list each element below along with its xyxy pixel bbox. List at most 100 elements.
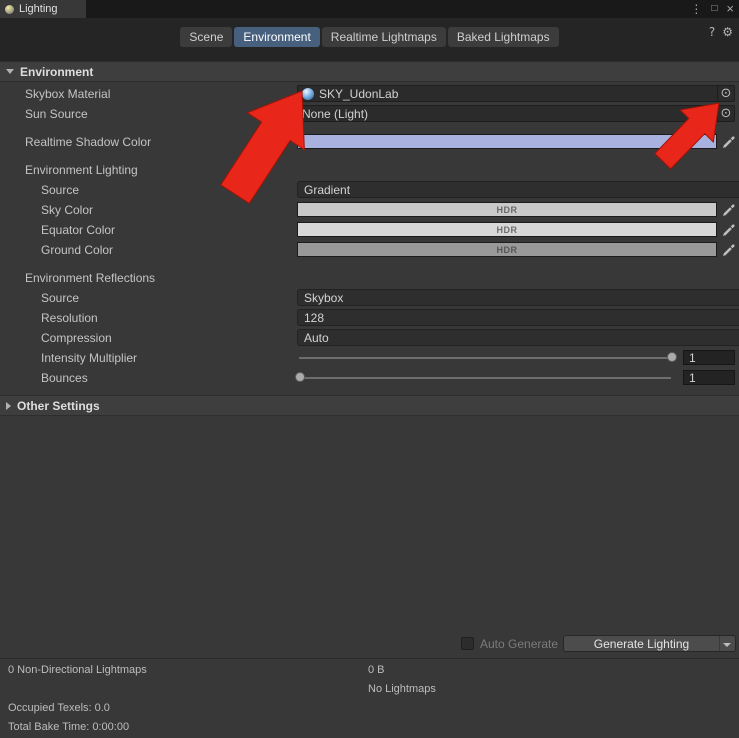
bounces-value-field[interactable]: 1 [683,370,735,385]
lighting-window-icon [5,4,14,14]
foldout-collapsed-icon [6,401,11,410]
resolution-dropdown[interactable]: 128 [297,309,739,326]
equator-color-swatch[interactable]: HDR [297,222,717,237]
eyedropper-icon[interactable] [722,134,735,149]
equator-color-row: Equator Color HDR [0,220,739,240]
sky-color-label: Sky Color [41,203,94,217]
compression-value: Auto [304,330,329,345]
resolution-row: Resolution 128 [0,308,739,328]
reflections-source-row: Source Skybox [0,288,739,308]
generate-lighting-label: Generate Lighting [593,636,690,651]
lighting-toolbar: Scene Environment Realtime Lightmaps Bak… [0,18,739,61]
resolution-label: Resolution [41,311,98,325]
reflections-source-label: Source [41,291,80,305]
resolution-value: 128 [304,310,325,325]
sun-source-row: Sun Source None (Light) ⊙ [0,104,739,124]
foldout-expanded-icon [6,69,14,74]
window-title: Lighting [19,3,58,15]
slider-track[interactable] [299,377,671,379]
generate-lighting-button[interactable]: Generate Lighting [563,635,736,652]
object-picker-icon: ⊙ [720,106,732,121]
intensity-multiplier-value-field[interactable]: 1 [683,350,735,365]
sky-color-swatch[interactable]: HDR [297,202,717,217]
tab-scene[interactable]: Scene [180,27,233,47]
intensity-multiplier-row: Intensity Multiplier 1 [0,348,739,368]
sun-source-text: None (Light) [298,106,717,121]
environment-reflections-label: Environment Reflections [25,271,156,285]
skybox-material-value: SKY_UdonLab [319,86,399,101]
generate-lighting-dropdown-button[interactable] [719,636,735,651]
chevron-down-icon [723,643,731,647]
slider-knob[interactable] [667,352,677,362]
slider-track[interactable] [299,357,671,359]
sky-color-row: Sky Color HDR [0,200,739,220]
close-icon[interactable]: × [726,0,734,18]
hdr-badge: HDR [496,244,518,255]
maximize-icon[interactable]: □ [711,0,717,18]
slider-knob[interactable] [295,372,305,382]
env-lighting-source-row: Source Gradient [0,180,739,200]
env-lighting-source-label: Source [41,183,80,197]
status-lightmaps-state: No Lightmaps [368,683,436,695]
tab-environment[interactable]: Environment [234,27,320,47]
realtime-shadow-color-swatch[interactable] [297,134,717,149]
environment-section-title: Environment [20,64,94,79]
realtime-shadow-color-row: Realtime Shadow Color [0,132,739,152]
status-lightmaps-count: 0 Non-Directional Lightmaps [8,664,147,676]
reflections-source-dropdown[interactable]: Skybox [297,289,739,306]
bounces-slider[interactable]: 1 [295,370,735,385]
skybox-material-row: Skybox Material SKY_UdonLab ⊙ [0,84,739,104]
status-size: 0 B [368,664,385,676]
lighting-tab-bar: Scene Environment Realtime Lightmaps Bak… [0,27,739,47]
auto-generate-checkbox[interactable] [461,637,474,650]
compression-label: Compression [41,331,112,345]
intensity-multiplier-slider[interactable]: 1 [297,350,735,365]
environment-reflections-group-row: Environment Reflections [0,268,739,288]
realtime-shadow-color-label: Realtime Shadow Color [25,135,152,149]
skybox-object-picker-button[interactable]: ⊙ [717,86,734,101]
status-occupied-texels: Occupied Texels: 0.0 [8,702,110,714]
bounces-label: Bounces [41,371,88,385]
lighting-window-tab[interactable]: Lighting [0,0,86,18]
status-total-bake-time: Total Bake Time: 0:00:00 [8,721,130,733]
other-settings-section-title: Other Settings [17,398,100,413]
sun-source-object-picker-button[interactable]: ⊙ [717,106,734,121]
bounces-row: Bounces 1 [0,368,739,388]
other-settings-section-header[interactable]: Other Settings [0,395,739,416]
intensity-multiplier-label: Intensity Multiplier [41,351,138,365]
skybox-material-label: Skybox Material [25,87,111,101]
ground-color-row: Ground Color HDR [0,240,739,260]
environment-lighting-group-row: Environment Lighting [0,160,739,180]
lighting-window: Lighting ⋮ □ × Scene Environment Realtim… [0,0,739,738]
tab-baked-lightmaps[interactable]: Baked Lightmaps [447,27,559,47]
eyedropper-icon[interactable] [722,222,735,237]
window-menu-icon[interactable]: ⋮ [690,0,702,18]
compression-dropdown[interactable]: Auto [297,329,739,346]
environment-lighting-label: Environment Lighting [25,163,138,177]
material-thumbnail-icon [302,87,314,100]
environment-section-header[interactable]: Environment [0,61,739,82]
sun-source-value: None (Light) [302,106,369,121]
ground-color-label: Ground Color [41,243,114,257]
reflections-source-value: Skybox [304,290,344,305]
compression-row: Compression Auto [0,328,739,348]
auto-generate-label: Auto Generate [480,637,559,651]
gear-icon[interactable]: ⚙ [722,25,733,39]
toolbar-right-icons: ? ⚙ [709,25,733,39]
window-controls: ⋮ □ × [690,0,734,18]
tab-realtime-lightmaps[interactable]: Realtime Lightmaps [321,27,446,47]
hdr-badge: HDR [496,204,518,215]
env-lighting-source-value: Gradient [304,182,351,197]
sun-source-field[interactable]: None (Light) ⊙ [297,105,735,122]
eyedropper-icon[interactable] [722,202,735,217]
status-bar: 0 Non-Directional Lightmaps 0 B No Light… [0,658,739,738]
skybox-material-field[interactable]: SKY_UdonLab ⊙ [297,85,735,102]
object-picker-icon: ⊙ [720,86,732,101]
equator-color-label: Equator Color [41,223,116,237]
eyedropper-icon[interactable] [722,242,735,257]
skybox-material-text: SKY_UdonLab [298,86,717,101]
sun-source-label: Sun Source [25,107,88,121]
env-lighting-source-dropdown[interactable]: Gradient [297,181,739,198]
ground-color-swatch[interactable]: HDR [297,242,717,257]
help-icon[interactable]: ? [709,25,715,39]
